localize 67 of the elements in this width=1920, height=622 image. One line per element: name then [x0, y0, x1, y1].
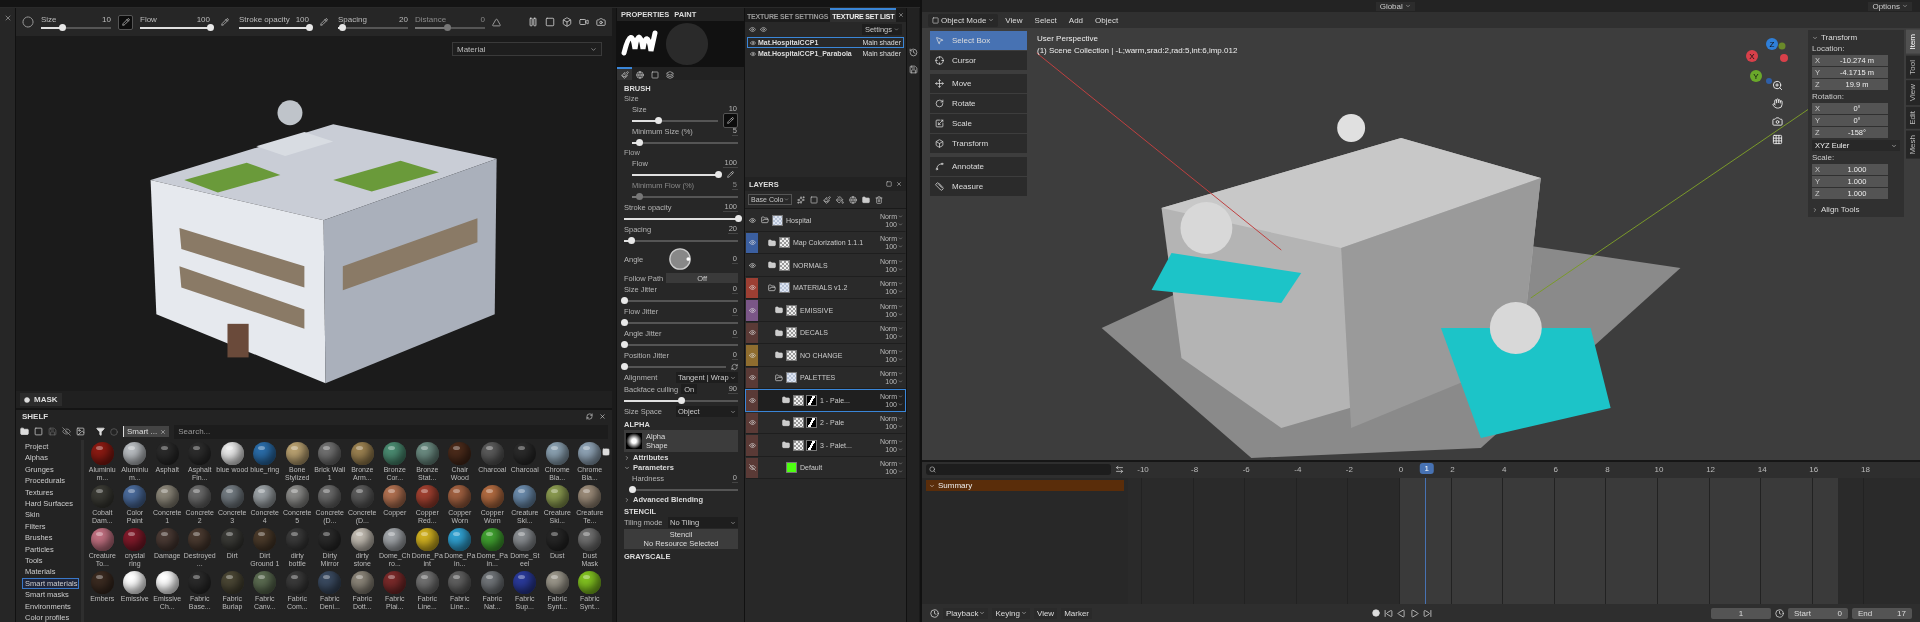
search-field[interactable]: Search... — [174, 424, 608, 439]
frame-tick: -2 — [1345, 465, 1353, 474]
display-mode-dropdown[interactable]: Material — [452, 42, 602, 56]
frame-tick: 8 — [1605, 465, 1610, 474]
frame-tick: 14 — [1757, 465, 1767, 474]
slider-value: 0 — [480, 15, 485, 24]
field-group-label: Location: — [1812, 44, 1846, 53]
orientation-dropdown[interactable]: Global — [1375, 1, 1415, 11]
slider-label: Distance — [415, 15, 447, 24]
menu-item[interactable]: View — [1000, 13, 1028, 27]
sidebar-tab[interactable]: Edit — [1906, 107, 1920, 130]
frame-tick: 6 — [1553, 465, 1558, 474]
scene-info: (1) Scene Collection | -L;warm,srad:2,rad:5,int:6,imp.012 — [1037, 46, 1238, 55]
slider-value: 20 — [399, 15, 408, 24]
slider-label: Spacing — [338, 15, 367, 24]
frame-tick: 18 — [1860, 465, 1870, 474]
end-field[interactable]: End 17 — [1852, 607, 1912, 619]
field-group-label: Rotation: — [1812, 92, 1846, 101]
tool-button[interactable]: Rotate — [930, 94, 1027, 113]
start-field[interactable]: Start 0 — [1788, 607, 1848, 619]
tool-button[interactable]: Cursor — [930, 51, 1027, 70]
frame-tick: -4 — [1294, 465, 1302, 474]
frame-tick: -6 — [1242, 465, 1250, 474]
slider-label: Size — [41, 15, 57, 24]
filter-tag[interactable]: Smart ... — [123, 426, 170, 437]
view-name: User Perspective — [1037, 34, 1099, 43]
tool-button[interactable]: Move — [930, 74, 1027, 93]
menu-item[interactable]: Object — [1090, 13, 1124, 27]
frame-tick: 12 — [1706, 465, 1716, 474]
sidebar-tab[interactable]: View — [1906, 80, 1920, 106]
slider-value: 100 — [196, 15, 210, 24]
menu-item[interactable]: Marker — [1061, 607, 1093, 619]
frame-tick: 4 — [1501, 465, 1507, 474]
tool-button[interactable]: Measure — [930, 177, 1027, 196]
frame-tick: 16 — [1809, 465, 1819, 474]
frame-tick: 0 — [1398, 465, 1404, 474]
tool-button[interactable]: Transform — [930, 134, 1027, 153]
field-group-label: Scale: — [1812, 153, 1836, 162]
mask-button[interactable]: MASK — [20, 393, 62, 406]
slider-label: Flow — [140, 15, 157, 24]
frame-tick: 2 — [1450, 465, 1455, 474]
slider-label: Stroke opacity — [239, 15, 290, 24]
sidebar-tab[interactable]: Item — [1906, 30, 1920, 54]
options-dropdown[interactable]: Options — [1868, 1, 1912, 11]
tool-button[interactable]: Select Box — [930, 31, 1027, 50]
mode-dropdown[interactable]: Object Mode — [928, 13, 999, 27]
menu-item[interactable]: Add — [1063, 13, 1089, 27]
frame-field[interactable]: 1 — [1711, 607, 1771, 619]
current-frame-badge[interactable]: 1 — [1419, 463, 1434, 474]
frame-tick: -8 — [1191, 465, 1199, 474]
tool-button[interactable]: Scale — [930, 114, 1027, 133]
frame-tick: 10 — [1654, 465, 1664, 474]
panel-header[interactable]: Transform — [1821, 33, 1858, 42]
panel-title: SHELF — [22, 412, 49, 421]
sidebar-tab[interactable]: Mesh — [1906, 131, 1920, 159]
slider-value: 100 — [295, 15, 309, 24]
menu-item[interactable]: Select — [1029, 13, 1062, 27]
panel-header[interactable]: Align Tools — [1821, 205, 1860, 214]
sidebar-tab[interactable]: Tool — [1906, 55, 1920, 79]
tool-button[interactable]: Annotate — [930, 157, 1027, 176]
slider-value: 10 — [102, 15, 111, 24]
frame-tick: -10 — [1137, 465, 1149, 474]
summary-channel[interactable]: Summary — [926, 480, 1124, 491]
axis-gizmo[interactable]: Z X Y — [1742, 36, 1792, 86]
menu-item[interactable]: Playback — [943, 607, 989, 619]
menu-item[interactable]: View — [1033, 607, 1058, 619]
menu-item[interactable]: Keying — [992, 607, 1030, 619]
